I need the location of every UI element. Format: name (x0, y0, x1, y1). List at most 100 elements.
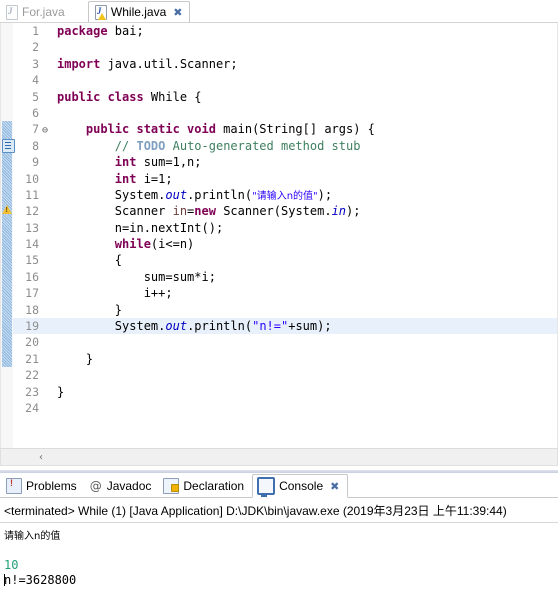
code-line[interactable]: 16 sum=sum*i; (13, 269, 557, 285)
code-text: public class While { (51, 89, 202, 105)
line-number: 11 (25, 187, 39, 202)
line-number: 16 (25, 269, 39, 284)
code-text: } (51, 302, 122, 318)
code-line[interactable]: 10 int i=1; (13, 171, 557, 187)
close-icon[interactable]: ✖ (72, 6, 81, 19)
code-token: new (194, 204, 216, 219)
line-number: 4 (32, 73, 39, 88)
close-icon[interactable]: ✖ (330, 480, 339, 493)
eclipse-ide-window: J For.java ✖ J While.java ✖ 1 package bai… (0, 0, 558, 606)
code-token: } (57, 384, 65, 399)
code-token: // (114, 138, 137, 153)
code-text: System.out.println("n!="+sum); (51, 318, 332, 334)
code-line[interactable]: 18 } (13, 302, 557, 318)
line-number: 1 (32, 24, 39, 38)
code-token: sum=1,n; (136, 155, 202, 170)
editor-tab-for-java[interactable]: J For.java ✖ (0, 2, 88, 22)
code-token: out (165, 319, 188, 334)
line-number: 21 (25, 351, 39, 366)
line-number: 14 (25, 237, 39, 252)
console-output-text: 10 (4, 558, 19, 572)
code-token: java.util.Scanner; (100, 56, 238, 71)
code-line[interactable]: 7 ⊖ public static void main(String[] args… (13, 121, 557, 137)
tab-javadoc[interactable]: @ Javadoc (85, 475, 160, 497)
code-text: package bai; (51, 23, 144, 39)
code-line[interactable]: 12 Scanner in=new Scanner(System.in); (13, 203, 557, 219)
line-number: 22 (25, 368, 39, 383)
line-number: 20 (25, 335, 39, 350)
code-token: .println( (187, 187, 253, 202)
problems-icon (6, 478, 22, 494)
code-text: n=in.nextInt(); (51, 220, 223, 236)
code-line[interactable]: 4 (13, 72, 557, 88)
scroll-left-arrow-icon[interactable]: ‹ (33, 452, 49, 463)
code-token: } (57, 351, 94, 366)
line-number: 17 (25, 286, 39, 301)
view-tab-bar: Problems @ Javadoc Declaration Console ✖ (0, 473, 558, 498)
view-tab-label: Javadoc (106, 479, 152, 493)
code-line[interactable]: 17 i++; (13, 285, 557, 301)
code-line[interactable]: 15 { (13, 252, 557, 268)
code-editor[interactable]: 1 package bai; 2 3 import java.util.Scanner;… (0, 23, 558, 448)
code-line[interactable]: 19 System.out.println("n!="+sum); (13, 318, 557, 335)
editor-tab-bar: J For.java ✖ J While.java ✖ (0, 0, 558, 23)
console-output-text: n!=3628800 (4, 573, 77, 587)
code-line[interactable]: 21 } (13, 351, 557, 367)
code-line[interactable]: 14 while(i<=n) (13, 236, 557, 252)
code-line[interactable]: 11 System.out.println("请输入n的值"); (13, 187, 557, 203)
code-token: int (114, 155, 137, 170)
code-text: // TODO Auto-generated method stub (51, 138, 361, 154)
code-line[interactable]: 24 (13, 400, 557, 416)
code-text: import java.util.Scanner; (51, 56, 238, 72)
code-line[interactable]: 5 public class While { (13, 89, 557, 105)
code-line[interactable]: 9 int sum=1,n; (13, 154, 557, 170)
code-token: Scanner(System. (215, 204, 332, 219)
console-output-line: 请输入n的值 (4, 528, 554, 543)
code-line[interactable]: 1 package bai; (13, 23, 557, 39)
code-token: public class (57, 89, 144, 104)
code-token: while (114, 237, 151, 252)
console-output[interactable]: 请输入n的值 10 n!=3628800 (0, 523, 558, 588)
tab-console[interactable]: Console ✖ (252, 474, 349, 498)
warning-icon[interactable] (1, 203, 14, 217)
line-number: 12 (25, 204, 39, 219)
code-line[interactable]: 6 (13, 105, 557, 121)
code-line[interactable]: 20 (13, 334, 557, 350)
view-tab-label: Problems (26, 479, 77, 493)
code-token: .println( (187, 319, 253, 334)
code-text: int sum=1,n; (51, 154, 202, 170)
console-output-text: 请输入n的值 (4, 531, 61, 542)
line-number: 23 (25, 384, 39, 399)
close-icon[interactable]: ✖ (173, 6, 182, 19)
java-file-warning-icon: J (94, 5, 107, 20)
code-token: (i<=n) (150, 237, 195, 252)
console-view: Problems @ Javadoc Declaration Console ✖… (0, 473, 558, 588)
source-code-area[interactable]: 1 package bai; 2 3 import java.util.Scanner;… (13, 23, 557, 448)
code-token: i=1; (136, 171, 173, 186)
code-token: sum=sum*i; (57, 269, 216, 284)
editor-tab-while-java[interactable]: J While.java ✖ (87, 1, 191, 22)
code-token: System. (57, 319, 166, 334)
tab-problems[interactable]: Problems (2, 475, 85, 497)
line-number: 8 (32, 138, 39, 153)
change-ruler (1, 23, 13, 448)
view-tab-label: Console (279, 479, 324, 493)
code-line[interactable]: 8 // TODO Auto-generated method stub (13, 138, 557, 154)
view-tab-label: Declaration (183, 479, 245, 493)
java-file-icon: J (5, 5, 18, 20)
todo-task-icon[interactable] (1, 138, 15, 153)
code-line[interactable]: 23} (13, 384, 557, 400)
code-line[interactable]: 13 n=in.nextInt(); (13, 220, 557, 236)
editor-horizontal-scrollbar[interactable]: ‹ (0, 448, 558, 466)
javadoc-icon: @ (89, 479, 102, 493)
tab-declaration[interactable]: Declaration (159, 475, 252, 497)
todo-task-icon-glyph (2, 138, 15, 153)
code-line[interactable]: 22 (13, 367, 557, 383)
code-token: in (331, 204, 347, 219)
code-token: n=in.nextInt(); (57, 220, 224, 235)
declaration-icon (163, 478, 180, 494)
code-line[interactable]: 2 (13, 39, 557, 55)
code-line[interactable]: 3 import java.util.Scanner; (13, 56, 557, 72)
